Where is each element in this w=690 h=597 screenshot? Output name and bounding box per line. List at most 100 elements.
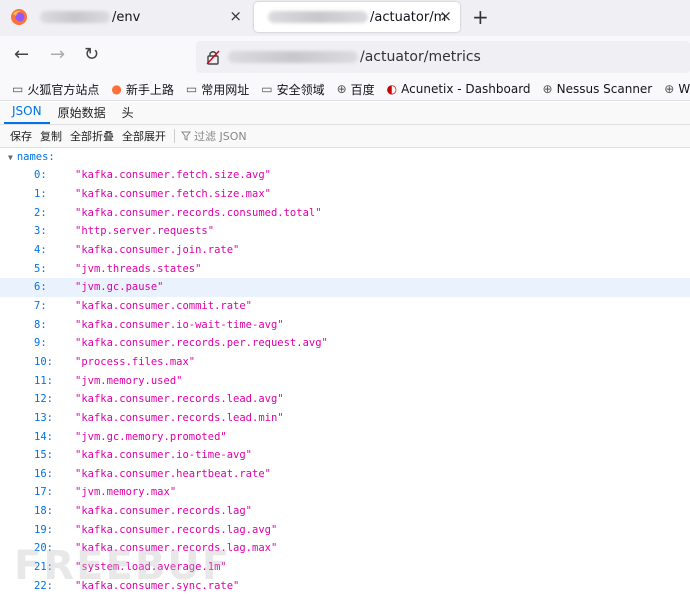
tab-raw-data[interactable]: 原始数据 <box>50 103 114 124</box>
string-value: "kafka.consumer.commit.rate" <box>75 299 253 312</box>
close-tab-icon[interactable]: × <box>229 7 242 25</box>
url-text: /actuator/metrics <box>360 49 481 65</box>
array-index: 5: <box>34 262 47 275</box>
json-array-row[interactable]: 5: "jvm.threads.states" <box>0 259 690 278</box>
json-array-row[interactable]: 10: "process.files.max" <box>0 353 690 372</box>
redacted-host <box>268 11 368 23</box>
array-index: 14: <box>34 430 53 443</box>
string-value: "jvm.memory.used" <box>75 374 183 387</box>
array-index: 7: <box>34 299 47 312</box>
string-value: "kafka.consumer.fetch.size.max" <box>75 187 271 200</box>
bookmark-label: 新手上路 <box>125 82 174 97</box>
json-array-row[interactable]: 17: "jvm.memory.max" <box>0 483 690 502</box>
bookmark-item[interactable]: ⊕Woo <box>664 82 690 96</box>
json-array-row[interactable]: 19: "kafka.consumer.records.lag.avg" <box>0 520 690 539</box>
bookmark-label: 火狐官方站点 <box>27 82 100 97</box>
back-arrow-icon[interactable]: ← <box>14 44 29 65</box>
expand-twisty-icon[interactable]: ▼ <box>8 153 13 162</box>
array-index: 4: <box>34 243 47 256</box>
json-array-row[interactable]: 4: "kafka.consumer.join.rate" <box>0 241 690 260</box>
json-tree: ▼ names: 0: "kafka.consumer.fetch.size.av… <box>0 148 690 595</box>
string-value: "kafka.consumer.records.lead.avg" <box>75 393 284 406</box>
array-index: 20: <box>34 542 53 555</box>
string-value: "kafka.consumer.records.lag.avg" <box>75 523 278 536</box>
tab-actuator[interactable]: /actuator/m × <box>254 2 460 32</box>
json-array-row[interactable]: 13: "kafka.consumer.records.lead.min" <box>0 409 690 428</box>
array-index: 13: <box>34 411 53 424</box>
array-index: 8: <box>34 318 47 331</box>
tab-title: /actuator/m <box>370 9 447 25</box>
json-array-row[interactable]: 21: "system.load.average.1m" <box>0 558 690 577</box>
bookmark-item[interactable]: ▭ 常用网址 <box>186 81 249 98</box>
filter-placeholder: 过滤 JSON <box>194 130 247 143</box>
close-tab-icon[interactable]: × <box>439 7 452 25</box>
json-array-row[interactable]: 7: "kafka.consumer.commit.rate" <box>0 297 690 316</box>
forward-arrow-icon[interactable]: → <box>50 44 65 65</box>
string-value: "kafka.consumer.sync.rate" <box>75 579 240 592</box>
string-value: "jvm.threads.states" <box>75 262 202 275</box>
save-button[interactable]: 保存 <box>10 128 32 144</box>
array-index: 16: <box>34 467 53 480</box>
json-array-row[interactable]: 0: "kafka.consumer.fetch.size.avg" <box>0 166 690 185</box>
json-array-row[interactable]: 20: "kafka.consumer.records.lag.max" <box>0 539 690 558</box>
bookmark-item[interactable]: ◐ Acunetix - Dashboard <box>387 82 531 96</box>
array-index: 22: <box>34 579 53 592</box>
json-array-row[interactable]: 15: "kafka.consumer.io-time-avg" <box>0 446 690 465</box>
tab-env[interactable]: /env × <box>40 2 250 32</box>
array-index: 0: <box>34 169 47 182</box>
string-value: "jvm.memory.max" <box>75 486 177 499</box>
json-array-row[interactable]: 14: "jvm.gc.memory.promoted" <box>0 427 690 446</box>
toolbar-divider <box>174 129 175 143</box>
json-viewer-tabs: JSON 原始数据 头 <box>0 102 690 125</box>
json-array-row[interactable]: 2: "kafka.consumer.records.consumed.total… <box>0 203 690 222</box>
tab-headers[interactable]: 头 <box>114 103 142 124</box>
globe-icon: ⊕ <box>542 82 553 96</box>
array-index: 1: <box>34 187 47 200</box>
json-array-row[interactable]: 12: "kafka.consumer.records.lead.avg" <box>0 390 690 409</box>
string-value: "kafka.consumer.records.lag" <box>75 505 253 518</box>
folder-icon: ▭ <box>185 82 198 96</box>
collapse-all-button[interactable]: 全部折叠 <box>70 128 114 144</box>
string-value: "kafka.consumer.records.lag.max" <box>75 542 278 555</box>
json-array-row[interactable]: 3: "http.server.requests" <box>0 222 690 241</box>
bookmark-item[interactable]: ⊕ 百度 <box>337 81 375 98</box>
bookmark-item[interactable]: ● 新手上路 <box>111 81 174 98</box>
json-array-row[interactable]: 11: "jvm.memory.used" <box>0 371 690 390</box>
array-index: 6: <box>34 281 47 294</box>
string-value: "kafka.consumer.records.per.request.avg" <box>75 337 328 350</box>
string-value: "kafka.consumer.fetch.size.avg" <box>75 169 271 182</box>
firefox-logo-icon[interactable] <box>10 8 28 26</box>
bookmark-item[interactable]: ▭ 安全领域 <box>261 81 324 98</box>
filter-json-input[interactable]: 过滤 JSON <box>181 128 247 144</box>
bookmark-label: 安全领域 <box>276 82 325 97</box>
globe-icon: ⊕ <box>336 82 347 96</box>
json-array-row[interactable]: 6: "jvm.gc.pause" <box>0 277 690 297</box>
tab-title: /env <box>112 9 141 25</box>
string-value: "kafka.consumer.io-time-avg" <box>75 449 253 462</box>
json-array-row[interactable]: 9: "kafka.consumer.records.per.request.av… <box>0 334 690 353</box>
array-index: 19: <box>34 523 53 536</box>
json-array-row[interactable]: 1: "kafka.consumer.fetch.size.max" <box>0 185 690 204</box>
json-toolbar: 保存 复制 全部折叠 全部展开 过滤 JSON <box>0 125 690 148</box>
url-bar[interactable]: /actuator/metrics <box>196 41 690 73</box>
string-value: "kafka.consumer.join.rate" <box>75 243 240 256</box>
lock-warning-icon[interactable] <box>206 49 220 65</box>
json-array-row[interactable]: 22: "kafka.consumer.sync.rate" <box>0 576 690 595</box>
array-index: 21: <box>34 561 53 574</box>
acunetix-icon: ◐ <box>386 82 398 96</box>
new-tab-button[interactable]: + <box>472 5 489 29</box>
bookmark-item[interactable]: ▭ 火狐官方站点 <box>12 81 99 98</box>
json-array-row[interactable]: 8: "kafka.consumer.io-wait-time-avg" <box>0 315 690 334</box>
bookmark-item[interactable]: ⊕ Nessus Scanner <box>543 82 653 96</box>
tab-json[interactable]: JSON <box>4 101 50 124</box>
expand-all-button[interactable]: 全部展开 <box>122 128 166 144</box>
array-index: 2: <box>34 206 47 219</box>
json-array-row[interactable]: 18: "kafka.consumer.records.lag" <box>0 502 690 521</box>
json-array-row[interactable]: 16: "kafka.consumer.heartbeat.rate" <box>0 465 690 484</box>
copy-button[interactable]: 复制 <box>40 128 62 144</box>
bookmarks-bar: ▭ 火狐官方站点 ● 新手上路 ▭ 常用网址 ▭ 安全领域 ⊕ 百度 ◐ Acunetix … <box>0 78 690 101</box>
reload-icon[interactable]: ↻ <box>84 44 99 65</box>
json-key-row[interactable]: ▼ names: <box>0 148 690 166</box>
json-array-items: 0: "kafka.consumer.fetch.size.avg" 1: "kafk… <box>0 166 690 595</box>
array-index: 15: <box>34 449 53 462</box>
